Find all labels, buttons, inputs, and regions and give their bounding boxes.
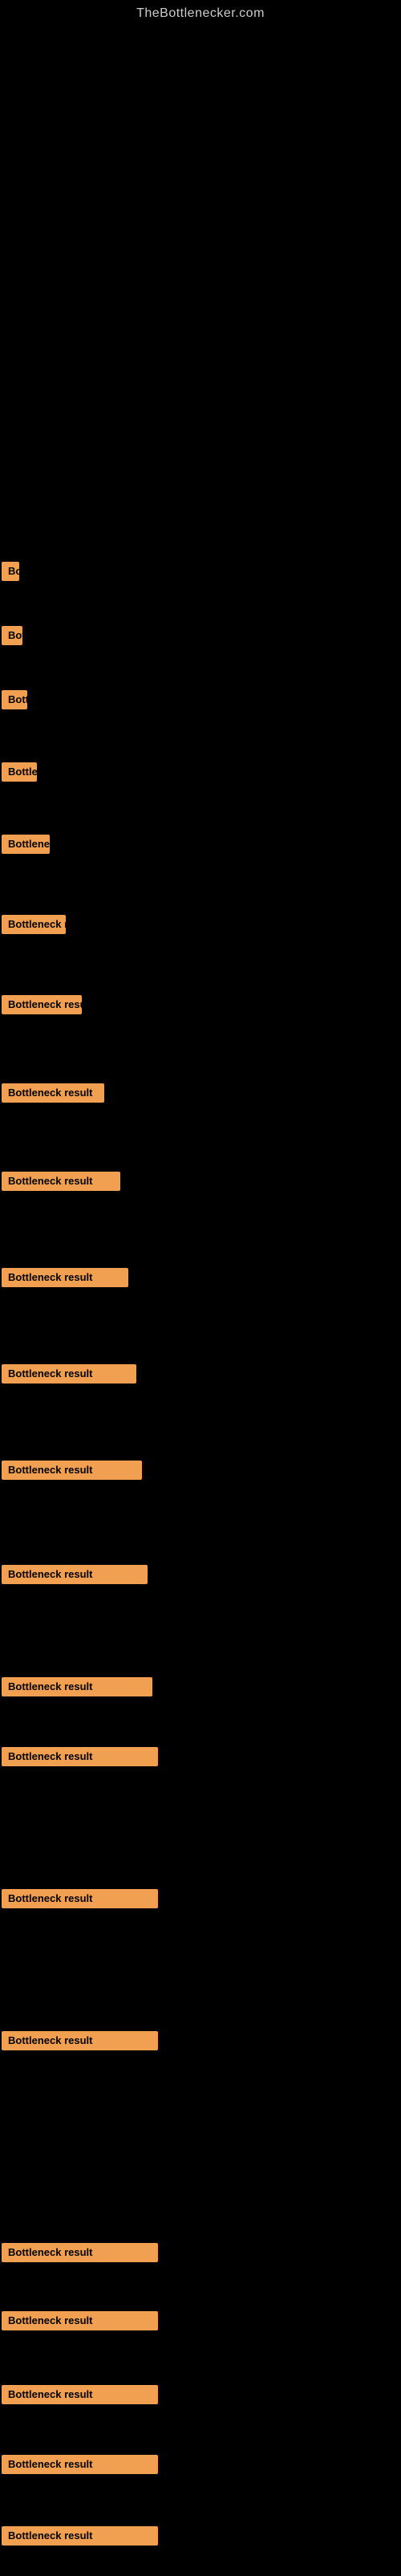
bottleneck-bar-22: Bottleneck result xyxy=(2,2526,158,2546)
bottleneck-bar-18: Bottleneck result xyxy=(2,2243,158,2262)
bottleneck-bar-5: Bottleneck result xyxy=(2,835,50,854)
bottleneck-bar-20: Bottleneck result xyxy=(2,2385,158,2404)
site-title: TheBottlenecker.com xyxy=(0,0,401,24)
bottleneck-bar-12: Bottleneck result xyxy=(2,1461,142,1480)
bottleneck-bar-2: Bottleneck result xyxy=(2,626,22,645)
bottleneck-bar-13: Bottleneck result xyxy=(2,1565,148,1584)
bottleneck-bar-11: Bottleneck result xyxy=(2,1364,136,1383)
bottleneck-bar-6: Bottleneck result xyxy=(2,915,66,934)
bottleneck-bar-14: Bottleneck result xyxy=(2,1677,152,1696)
bottleneck-bar-3: Bottleneck result xyxy=(2,690,27,709)
bottleneck-bar-1: Bottleneck result xyxy=(2,562,19,581)
bottleneck-bar-10: Bottleneck result xyxy=(2,1268,128,1287)
bottleneck-bar-15: Bottleneck result xyxy=(2,1747,158,1766)
bottleneck-bar-16: Bottleneck result xyxy=(2,1889,158,1908)
bottleneck-bar-8: Bottleneck result xyxy=(2,1083,104,1103)
bottleneck-bar-7: Bottleneck result xyxy=(2,995,82,1014)
bottleneck-bar-19: Bottleneck result xyxy=(2,2311,158,2330)
bottleneck-bar-4: Bottleneck result xyxy=(2,762,37,782)
bottleneck-bar-9: Bottleneck result xyxy=(2,1172,120,1191)
bottleneck-bar-21: Bottleneck result xyxy=(2,2455,158,2474)
bottleneck-bar-17: Bottleneck result xyxy=(2,2031,158,2050)
